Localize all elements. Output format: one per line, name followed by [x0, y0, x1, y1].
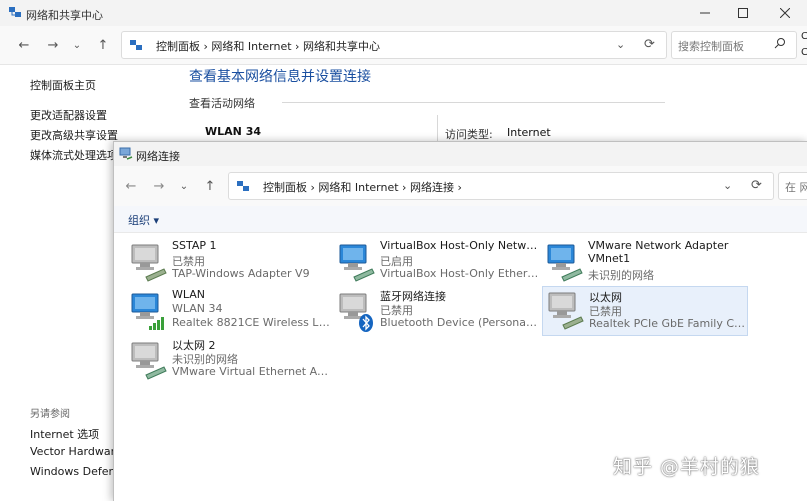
adapter-status: WLAN 34 — [172, 302, 223, 315]
up-arrow-icon[interactable]: ↑ — [199, 175, 221, 197]
adapter-item[interactable]: 以太网 2 未识别的网络 VMware Virtual Ethernet Ada… — [128, 337, 332, 385]
clipped-text: C — [801, 47, 807, 58]
zhihu-watermark: 知乎 @羊村的狼 — [613, 456, 761, 478]
vector-hardware-link[interactable]: Vector Hardware — [30, 445, 122, 458]
media-streaming-options-link[interactable]: 媒体流式处理选项 — [30, 147, 118, 163]
ethernet-adapter-disabled-icon — [128, 241, 170, 283]
refresh-icon[interactable]: ⟳ — [644, 37, 655, 52]
search-placeholder: 搜索控制面板 — [678, 40, 744, 53]
address-bar[interactable]: 控制面板 › 网络和 Internet › 网络和共享中心 ⌄ ⟳ — [121, 31, 667, 59]
organize-menu-button[interactable]: 组织 ▾ — [128, 212, 159, 228]
bluetooth-adapter-icon — [336, 290, 378, 332]
access-type-value: Internet — [507, 126, 551, 139]
adapter-device: VirtualBox Host-Only Ethernet ... — [380, 267, 540, 280]
adapter-device: Bluetooth Device (Personal Are... — [380, 316, 540, 329]
adapter-device: Realtek 8821CE Wireless LAN ... — [172, 316, 332, 329]
ethernet-adapter-icon — [336, 241, 378, 283]
internet-options-link[interactable]: Internet 选项 — [30, 426, 99, 442]
control-panel-icon — [129, 38, 143, 52]
refresh-icon[interactable]: ⟳ — [751, 178, 762, 193]
window-title: 网络连接 — [136, 150, 180, 163]
window-title: 网络和共享中心 — [26, 9, 103, 22]
adapter-name: SSTAP 1 — [172, 239, 217, 252]
recent-chevron-icon[interactable]: ⌄ — [66, 34, 88, 56]
ethernet-adapter-disabled-icon — [545, 289, 587, 331]
adapter-item-selected[interactable]: 以太网 已禁用 Realtek PCIe GbE Family Contr... — [542, 286, 749, 336]
adapter-name: VirtualBox Host-Only Network — [380, 239, 540, 252]
ethernet-adapter-icon — [128, 339, 170, 381]
network-connections-icon — [119, 147, 133, 161]
adapter-item[interactable]: 蓝牙网络连接 已禁用 Bluetooth Device (Personal Ar… — [336, 288, 540, 336]
recent-chevron-icon[interactable]: ⌄ — [173, 175, 195, 197]
page-heading: 查看基本网络信息并设置连接 — [189, 69, 371, 85]
adapter-name: VMware Network Adapter VMnet1 — [588, 239, 729, 265]
network-connections-window: 网络连接 ← → ⌄ ↑ 控制面板 › 网络和 Internet › 网络连接 … — [113, 141, 807, 501]
close-button[interactable] — [763, 0, 807, 26]
title-bar: 网络连接 — [114, 142, 807, 166]
adapter-name: WLAN — [172, 288, 206, 301]
wifi-adapter-icon — [128, 290, 170, 332]
adapter-status: 未识别的网络 — [588, 269, 654, 282]
command-bar: 组织 ▾ — [114, 206, 807, 233]
active-networks-label: 查看活动网络 — [189, 97, 255, 110]
chevron-down-icon[interactable]: ⌄ — [723, 179, 732, 192]
adapter-device: VMware Virtual Ethernet Adap... — [172, 365, 332, 378]
address-bar[interactable]: 控制面板 › 网络和 Internet › 网络连接 › ⌄ ⟳ — [228, 172, 774, 200]
network-app-icon — [8, 5, 22, 19]
forward-arrow-icon[interactable]: → — [148, 175, 170, 197]
adapter-device: TAP-Windows Adapter V9 — [172, 267, 310, 280]
search-box[interactable]: 在 网 — [778, 172, 807, 200]
adapter-item[interactable]: WLAN WLAN 34 Realtek 8821CE Wireless LAN… — [128, 288, 332, 336]
breadcrumb[interactable]: 控制面板 › 网络和 Internet › 网络和共享中心 — [156, 38, 380, 54]
control-panel-home-link[interactable]: 控制面板主页 — [30, 77, 96, 93]
see-also-heading: 另请参阅 — [30, 409, 70, 420]
change-adapter-settings-link[interactable]: 更改适配器设置 — [30, 107, 107, 123]
change-advanced-sharing-link[interactable]: 更改高级共享设置 — [30, 127, 118, 143]
ethernet-adapter-icon — [544, 241, 586, 283]
search-placeholder: 在 网 — [785, 181, 807, 194]
adapter-item[interactable]: VMware Network Adapter VMnet1 未识别的网络 — [544, 239, 744, 287]
control-panel-icon — [236, 179, 250, 193]
forward-arrow-icon[interactable]: → — [42, 34, 64, 56]
breadcrumb[interactable]: 控制面板 › 网络和 Internet › 网络连接 › — [263, 179, 462, 195]
adapter-device: Realtek PCIe GbE Family Contr... — [589, 317, 749, 330]
adapter-item[interactable]: SSTAP 1 已禁用 TAP-Windows Adapter V9 — [128, 239, 328, 287]
adapter-item[interactable]: VirtualBox Host-Only Network 已启用 Virtual… — [336, 239, 540, 287]
maximize-button[interactable] — [721, 0, 765, 26]
up-arrow-icon[interactable]: ↑ — [92, 34, 114, 56]
search-icon[interactable] — [774, 37, 786, 49]
navigation-bar: ← → ⌄ ↑ 控制面板 › 网络和 Internet › 网络和共享中心 ⌄ … — [0, 26, 807, 65]
active-network-name: WLAN 34 — [205, 125, 261, 138]
title-bar: 网络和共享中心 — [0, 0, 807, 26]
navigation-bar: ← → ⌄ ↑ 控制面板 › 网络和 Internet › 网络连接 › ⌄ ⟳… — [114, 166, 807, 206]
back-arrow-icon[interactable]: ← — [13, 34, 35, 56]
divider — [282, 102, 665, 103]
back-arrow-icon[interactable]: ← — [120, 175, 142, 197]
search-box[interactable]: 搜索控制面板 — [671, 31, 797, 59]
clipped-text: C — [801, 31, 807, 42]
chevron-down-icon[interactable]: ⌄ — [616, 38, 625, 51]
access-type-label: 访问类型: — [445, 128, 493, 141]
